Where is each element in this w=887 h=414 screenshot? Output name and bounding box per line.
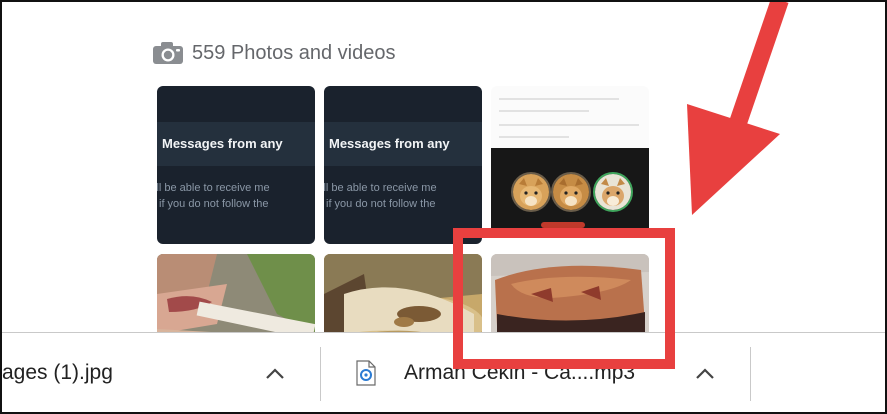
chevron-up-icon[interactable]: [264, 367, 286, 381]
tile-text-line: if you do not follow the: [159, 198, 269, 210]
screenshot-frame: 559 Photos and videos Messages from any …: [0, 0, 887, 414]
red-arrow: [687, 2, 789, 215]
shiba-avatar: [511, 172, 551, 212]
download-separator: [750, 347, 751, 401]
download-shelf: ages (1).jpg Arman Cekin - Ca....mp3: [2, 332, 885, 412]
download-item[interactable]: ages (1).jpg: [2, 333, 113, 412]
download-item[interactable]: Arman Cekin - Ca....mp3: [356, 333, 636, 412]
download-filename: ages (1).jpg: [2, 361, 113, 384]
tile-red-button: [541, 222, 585, 228]
media-tile[interactable]: [491, 86, 649, 244]
tile-text-line: if you do not follow the: [326, 198, 436, 210]
tile-text-line: ill be able to receive me: [324, 182, 437, 194]
tile-screenshot-top: [491, 86, 649, 148]
media-tile[interactable]: Messages from any ill be able to receive…: [324, 86, 482, 244]
shiba-avatar: [551, 172, 591, 212]
media-section-header: 559 Photos and videos: [152, 38, 396, 68]
media-count-label: 559 Photos and videos: [192, 41, 396, 64]
media-tile[interactable]: Messages from any ill be able to receive…: [157, 86, 315, 244]
download-filename: Arman Cekin - Ca....mp3: [404, 361, 636, 384]
camera-icon: [152, 41, 184, 65]
tile-heading: Messages from any: [329, 136, 450, 151]
tile-text-line: ill be able to receive me: [157, 182, 270, 194]
audio-file-icon: [356, 360, 376, 386]
download-separator: [320, 347, 321, 401]
tile-heading: Messages from any: [162, 136, 283, 151]
chevron-up-icon[interactable]: [694, 367, 716, 381]
shiba-avatar: [593, 172, 633, 212]
